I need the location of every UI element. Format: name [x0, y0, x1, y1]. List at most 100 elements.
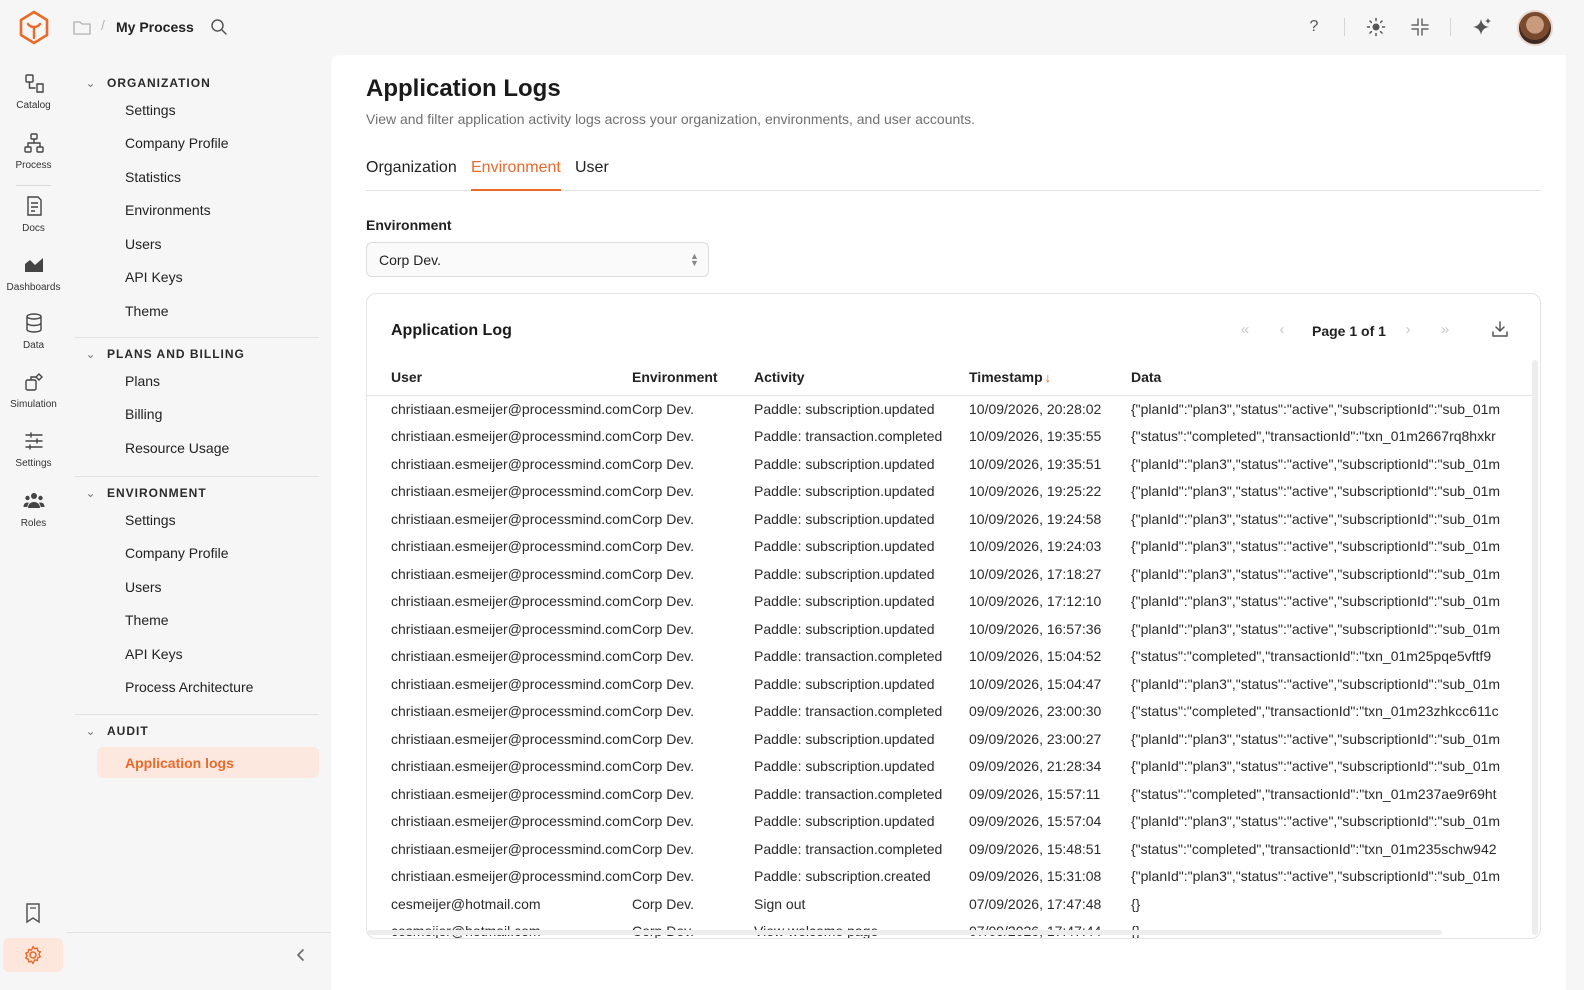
rail-label: Data [22, 340, 45, 351]
cell-user: christiaan.esmeijer@processmind.com [391, 428, 632, 445]
table-row[interactable]: christiaan.esmeijer@processmind.com Corp … [367, 505, 1537, 533]
environment-select-value: Corp Dev. [379, 251, 441, 268]
nav-item-env-api-keys[interactable]: API Keys [75, 637, 319, 671]
table-row[interactable]: christiaan.esmeijer@processmind.com Corp … [367, 863, 1537, 891]
cell-data: {"status":"completed","transactionId":"t… [1131, 785, 1497, 802]
rail-label: Catalog [16, 100, 51, 111]
tab-user[interactable]: User [575, 159, 609, 191]
cell-data: {} [1131, 895, 1141, 912]
nav-item-billing[interactable]: Billing [75, 398, 319, 432]
table-row[interactable]: christiaan.esmeijer@processmind.com Corp … [367, 643, 1537, 671]
help-icon[interactable]: ? [1303, 16, 1325, 38]
processmind-logo-icon[interactable] [18, 10, 50, 46]
theme-sun-icon[interactable] [1365, 16, 1387, 38]
table-row[interactable]: christiaan.esmeijer@processmind.com Corp … [367, 780, 1537, 808]
next-page-icon[interactable]: › [1400, 322, 1416, 338]
column-header-activity[interactable]: Activity [754, 360, 969, 396]
tab-environment[interactable]: Environment [471, 159, 561, 191]
column-header-data[interactable]: Data [1131, 360, 1537, 396]
prev-page-icon[interactable]: ‹ [1274, 322, 1290, 338]
collapse-fullscreen-icon[interactable] [1409, 16, 1431, 38]
nav-section-header[interactable]: ⌄ ENVIRONMENT [75, 483, 319, 503]
table-row[interactable]: christiaan.esmeijer@processmind.com Corp … [367, 395, 1537, 423]
cell-user: christiaan.esmeijer@processmind.com [391, 730, 632, 747]
nav-item-org-theme[interactable]: Theme [75, 294, 319, 328]
nav-section-header[interactable]: ⌄ PLANS AND BILLING [75, 344, 319, 364]
nav-item-env-company-profile[interactable]: Company Profile [75, 537, 319, 571]
collapse-sidebar-chevron-left-icon[interactable] [291, 945, 311, 965]
toolbar-divider [1450, 18, 1451, 36]
download-icon[interactable] [1491, 320, 1509, 338]
vertical-scrollbar[interactable] [1532, 360, 1538, 935]
last-page-icon[interactable]: » [1437, 322, 1453, 338]
column-header-environment[interactable]: Environment [632, 360, 754, 396]
cell-timestamp: 07/09/2026, 17:47:48 [969, 895, 1102, 912]
search-icon[interactable] [210, 18, 228, 36]
table-row[interactable]: christiaan.esmeijer@processmind.com Corp … [367, 588, 1537, 616]
table-row[interactable]: christiaan.esmeijer@processmind.com Corp … [367, 560, 1537, 588]
rail-label: Roles [20, 518, 47, 529]
nav-item-org-users[interactable]: Users [75, 227, 319, 261]
nav-item-org-api-keys[interactable]: API Keys [75, 261, 319, 295]
nav-section-environment: ⌄ ENVIRONMENT Settings Company Profile Us… [75, 483, 319, 704]
rail-item-simulation[interactable]: Simulation [0, 371, 67, 410]
cell-environment: Corp Dev. [632, 703, 694, 720]
nav-item-org-settings[interactable]: Settings [75, 93, 319, 127]
first-page-icon[interactable]: « [1237, 322, 1253, 338]
table-row[interactable]: christiaan.esmeijer@processmind.com Corp … [367, 725, 1537, 753]
breadcrumb-process-title[interactable]: My Process [116, 19, 194, 35]
cell-environment: Corp Dev. [632, 785, 694, 802]
horizontal-scrollbar[interactable] [367, 930, 1442, 935]
nav-item-env-settings[interactable]: Settings [75, 503, 319, 537]
nav-item-plans[interactable]: Plans [75, 364, 319, 398]
cell-timestamp: 10/09/2026, 17:18:27 [969, 565, 1102, 582]
table-row[interactable]: christiaan.esmeijer@processmind.com Corp … [367, 615, 1537, 643]
cell-timestamp: 09/09/2026, 15:31:08 [969, 868, 1102, 885]
rail-item-catalog[interactable]: Catalog [0, 72, 67, 111]
nav-item-resource-usage[interactable]: Resource Usage [75, 431, 319, 465]
ai-sparkle-icon[interactable] [1471, 16, 1493, 38]
table-row[interactable]: christiaan.esmeijer@processmind.com Corp … [367, 533, 1537, 561]
cell-user: christiaan.esmeijer@processmind.com [391, 703, 632, 720]
rail-item-process[interactable]: Process [0, 132, 67, 171]
settings-gear-button[interactable] [3, 938, 63, 972]
column-header-timestamp[interactable]: Timestamp ↓ [969, 360, 1131, 396]
nav-item-process-architecture[interactable]: Process Architecture [75, 671, 319, 705]
nav-section-header[interactable]: ⌄ AUDIT [75, 721, 319, 741]
nav-item-env-theme[interactable]: Theme [75, 604, 319, 638]
table-row[interactable]: christiaan.esmeijer@processmind.com Corp … [367, 423, 1537, 451]
table-row[interactable]: christiaan.esmeijer@processmind.com Corp … [367, 450, 1537, 478]
cell-user: christiaan.esmeijer@processmind.com [391, 813, 632, 830]
rail-item-dashboards[interactable]: Dashboards [0, 254, 67, 293]
nav-item-env-users[interactable]: Users [75, 570, 319, 604]
column-header-user[interactable]: User [367, 360, 632, 396]
table-row[interactable]: cesmeijer@hotmail.comCorp Dev.View welco… [367, 918, 1537, 938]
card-title: Application Log [391, 322, 512, 339]
cell-data: {"planId":"plan3","status":"active","sub… [1131, 813, 1501, 830]
nav-section-header[interactable]: ⌄ ORGANIZATION [75, 73, 319, 93]
user-avatar[interactable] [1517, 10, 1553, 46]
cell-activity: Sign out [754, 895, 806, 912]
nav-item-org-company-profile[interactable]: Company Profile [75, 127, 319, 161]
table-row[interactable]: christiaan.esmeijer@processmind.com Corp … [367, 478, 1537, 506]
cell-activity: Paddle: subscription.updated [754, 813, 935, 830]
nav-item-org-environments[interactable]: Environments [75, 194, 319, 228]
table-row[interactable]: christiaan.esmeijer@processmind.com Corp … [367, 835, 1537, 863]
cell-activity: Paddle: subscription.updated [754, 620, 935, 637]
rail-item-settings[interactable]: Settings [0, 430, 67, 469]
table-row[interactable]: christiaan.esmeijer@processmind.com Corp … [367, 670, 1537, 698]
table-row[interactable]: christiaan.esmeijer@processmind.com Corp … [367, 753, 1537, 781]
table-row[interactable]: cesmeijer@hotmail.com Corp Dev. Sign out 07… [367, 890, 1537, 918]
rail-item-roles[interactable]: Roles [0, 490, 67, 529]
bookmark-icon[interactable] [23, 902, 43, 924]
table-row[interactable]: christiaan.esmeijer@processmind.com Corp … [367, 698, 1537, 726]
rail-item-data[interactable]: Data [0, 312, 67, 351]
environment-select[interactable]: Corp Dev. ▲ ▼ [366, 242, 709, 277]
folder-icon[interactable] [73, 19, 91, 35]
cell-data: {"planId":"plan3","status":"active","sub… [1131, 758, 1501, 775]
nav-item-org-statistics[interactable]: Statistics [75, 160, 319, 194]
tab-organization[interactable]: Organization [366, 159, 457, 191]
table-row[interactable]: christiaan.esmeijer@processmind.com Corp … [367, 808, 1537, 836]
rail-item-docs[interactable]: Docs [0, 195, 67, 234]
nav-item-application-logs[interactable]: Application logs [97, 747, 319, 778]
